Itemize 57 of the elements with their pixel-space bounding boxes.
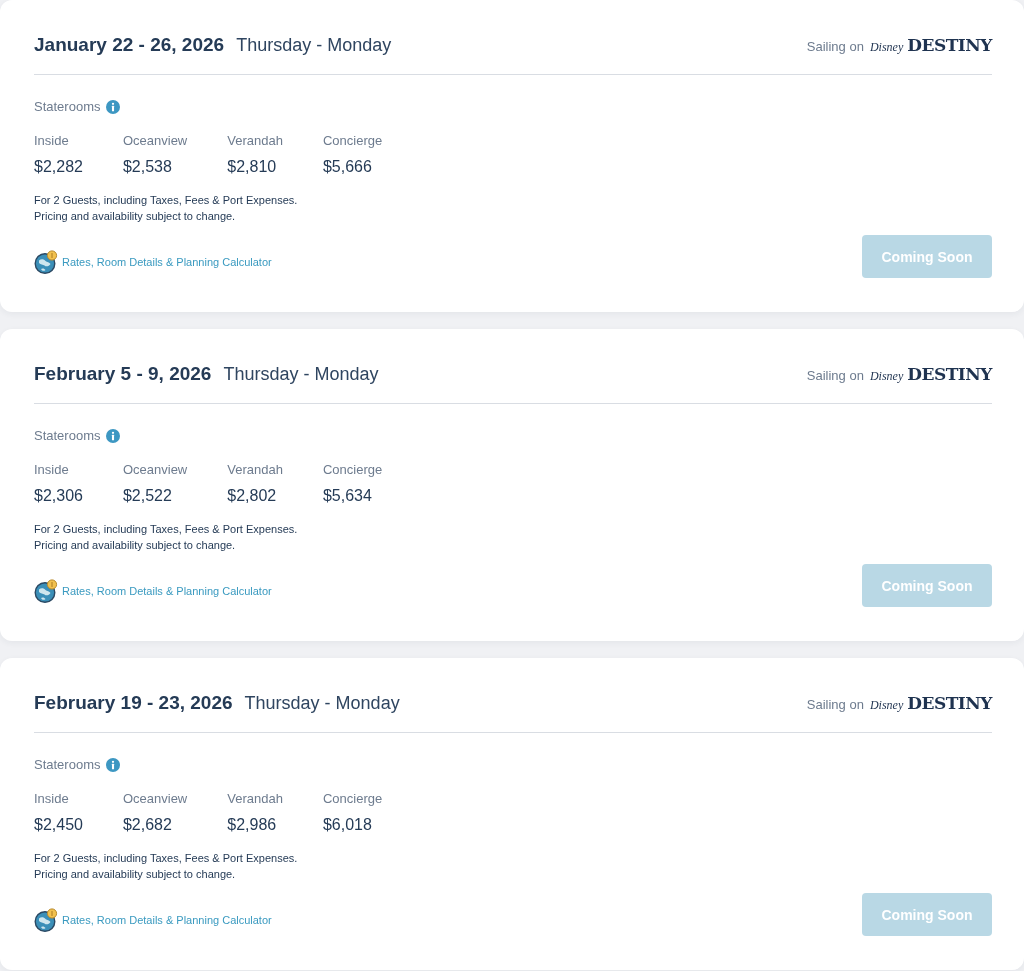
note-text: For 2 Guests, including Taxes, Fees & Port Expenses.	[34, 851, 299, 866]
price-text: $2,306	[34, 486, 83, 506]
sailing-dates: February 5 - 9, 2026	[34, 362, 212, 386]
category-label: Oceanview	[122, 461, 188, 479]
rates-link[interactable]: Rates, Room Details & Planning Calculator	[34, 907, 272, 932]
note-text: Pricing and availability subject to change.	[34, 867, 237, 882]
category-label: Concierge	[322, 132, 383, 150]
price-text: $2,538	[122, 157, 173, 177]
note-text: For 2 Guests, including Taxes, Fees & Port Expenses.	[34, 522, 299, 537]
brand-logo-text: Disney	[869, 40, 904, 55]
note-text: Pricing and availability subject to change.	[34, 538, 237, 553]
category-label: Verandah	[227, 461, 283, 479]
note-text: For 2 Guests, including Taxes, Fees & Port Expenses.	[34, 193, 299, 208]
globe-coin-icon	[34, 249, 58, 274]
sailing-days: Thursday - Monday	[223, 359, 379, 389]
category-label: Oceanview	[122, 790, 188, 808]
ship-logo-text: DESTINY	[907, 693, 992, 713]
section-label: Staterooms	[34, 98, 101, 116]
price-text: $2,282	[34, 157, 83, 177]
sailing-dates: January 22 - 26, 2026	[34, 33, 225, 57]
category-label: Oceanview	[122, 132, 188, 150]
info-icon[interactable]	[106, 758, 121, 772]
rates-link[interactable]: Rates, Room Details & Planning Calculator	[34, 249, 272, 274]
category-label: Inside	[34, 132, 70, 150]
sailing-dates: February 19 - 23, 2026	[34, 691, 233, 715]
price-text: $5,666	[322, 157, 373, 177]
category-label: Verandah	[227, 132, 283, 150]
brand-logo-text: Disney	[869, 698, 904, 713]
brand-logo-text: Disney	[869, 369, 904, 384]
category-label: Inside	[34, 461, 70, 479]
ship-label: Sailing on	[806, 697, 864, 712]
globe-coin-icon	[34, 907, 58, 932]
price-text: $2,450	[34, 815, 83, 835]
category-label: Concierge	[322, 790, 383, 808]
ship-label: Sailing on	[806, 39, 864, 54]
price-text: $2,522	[122, 486, 173, 506]
section-label: Staterooms	[34, 427, 101, 445]
globe-coin-icon	[34, 578, 58, 603]
info-icon[interactable]	[106, 100, 121, 114]
price-text: $2,986	[227, 815, 278, 835]
category-label: Verandah	[227, 790, 283, 808]
price-text: $5,634	[322, 486, 373, 506]
ship-logo-text: DESTINY	[907, 364, 992, 384]
note-text: Pricing and availability subject to change.	[34, 209, 237, 224]
ship-logo-text: DESTINY	[907, 35, 992, 55]
category-label: Concierge	[322, 461, 383, 479]
price-text: $2,810	[227, 157, 278, 177]
section-label: Staterooms	[34, 756, 101, 774]
price-text: $6,018	[322, 815, 373, 835]
sailing-days: Thursday - Monday	[244, 688, 400, 718]
price-text: $2,802	[227, 486, 278, 506]
sailing-days: Thursday - Monday	[236, 30, 392, 60]
info-icon[interactable]	[106, 429, 121, 443]
category-label: Inside	[34, 790, 70, 808]
ship-label: Sailing on	[806, 368, 864, 383]
price-text: $2,682	[122, 815, 173, 835]
rates-link[interactable]: Rates, Room Details & Planning Calculator	[34, 578, 272, 603]
